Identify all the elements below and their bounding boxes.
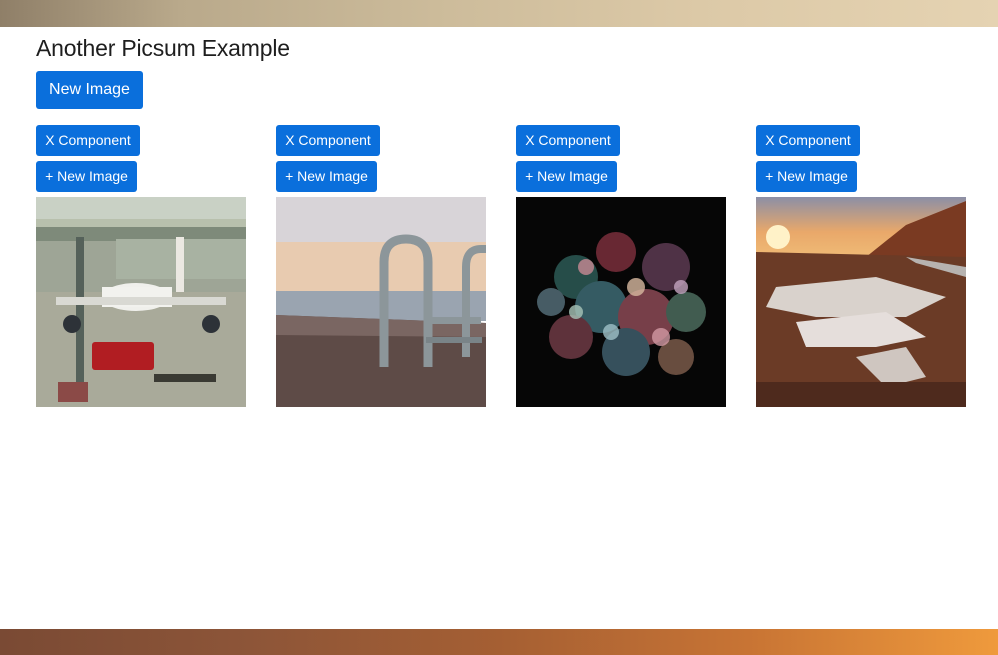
x-component-button[interactable]: X Component — [756, 125, 860, 156]
fireworks-photo — [516, 197, 726, 407]
card-new-image-button[interactable]: + New Image — [276, 161, 377, 192]
sunset-road-photo — [756, 197, 966, 407]
x-component-button[interactable]: X Component — [516, 125, 620, 156]
image-card: X Component + New Image — [36, 125, 246, 407]
page-title: Another Picsum Example — [36, 35, 290, 61]
image-card: X Component + New Image — [276, 125, 486, 407]
footer-background-banner — [0, 629, 998, 655]
airport-airplane-photo — [36, 197, 246, 407]
x-component-button[interactable]: X Component — [276, 125, 380, 156]
image-card: X Component + New Image — [756, 125, 966, 407]
x-component-button[interactable]: X Component — [36, 125, 140, 156]
card-new-image-button[interactable]: + New Image — [756, 161, 857, 192]
card-new-image-button[interactable]: + New Image — [36, 161, 137, 192]
waterfront-railing-photo — [276, 197, 486, 407]
image-card: X Component + New Image — [516, 125, 726, 407]
header-background-banner — [0, 0, 998, 27]
new-image-button[interactable]: New Image — [36, 71, 143, 109]
card-new-image-button[interactable]: + New Image — [516, 161, 617, 192]
